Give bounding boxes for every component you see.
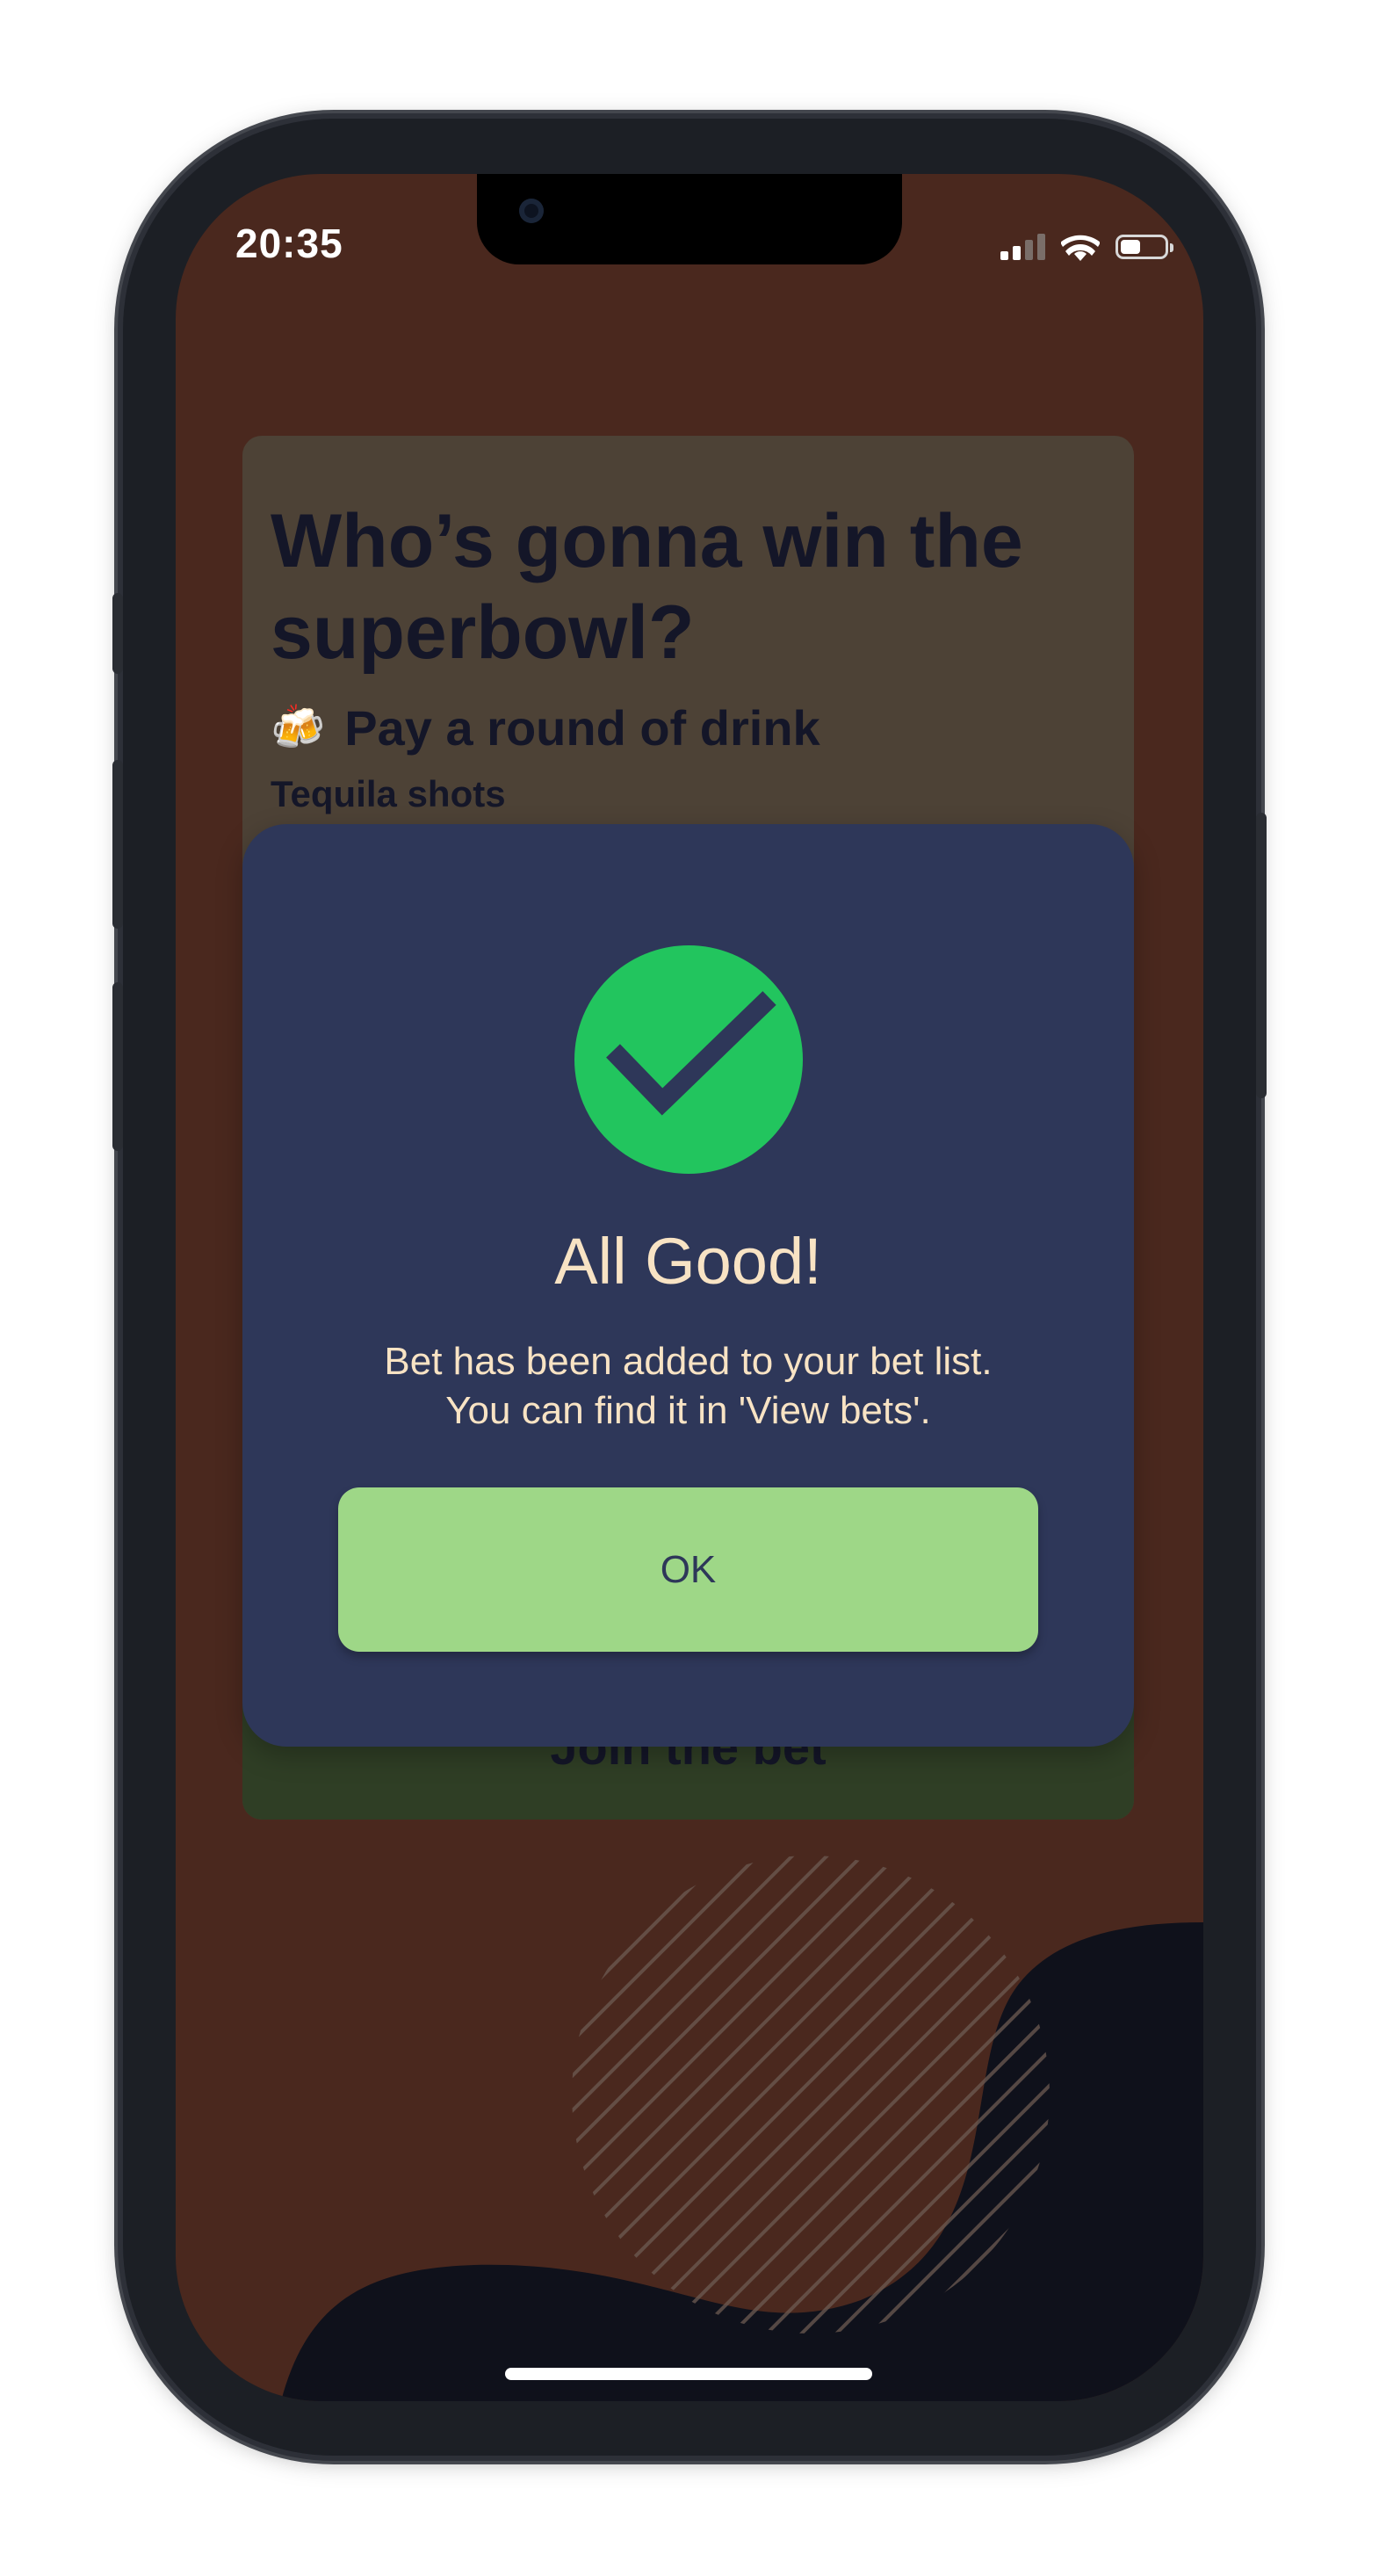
silent-switch [112, 593, 123, 674]
bet-title: Who’s gonna win the superbowl? [271, 499, 1023, 675]
battery-icon [1115, 235, 1173, 259]
ok-button[interactable]: OK [338, 1487, 1038, 1652]
volume-down-button [112, 982, 123, 1151]
home-indicator[interactable] [505, 2368, 872, 2380]
success-dialog: All Good! Bet has been added to your bet… [242, 824, 1134, 1747]
bet-stake-detail: Tequila shots [271, 773, 506, 814]
cellular-signal-icon [1000, 234, 1045, 260]
beer-mugs-icon: 🍻 [271, 702, 326, 753]
status-time: 20:35 [235, 221, 343, 266]
status-icons [1000, 232, 1173, 262]
volume-up-button [112, 760, 123, 929]
wifi-icon [1061, 235, 1100, 261]
dialog-title: All Good! [554, 1225, 822, 1298]
notch [477, 174, 902, 264]
front-camera [519, 199, 544, 223]
app-screen: 20:35 Who’s gonna win the superbowl? 🍻 P… [176, 174, 1203, 2401]
bet-stake-label: Pay a round of drink [344, 700, 820, 756]
check-circle-icon [574, 945, 803, 1174]
dialog-message: Bet has been added to your bet list. You… [384, 1340, 993, 1432]
bet-stake: 🍻 Pay a round of drink [271, 699, 820, 756]
power-button [1256, 813, 1267, 1098]
